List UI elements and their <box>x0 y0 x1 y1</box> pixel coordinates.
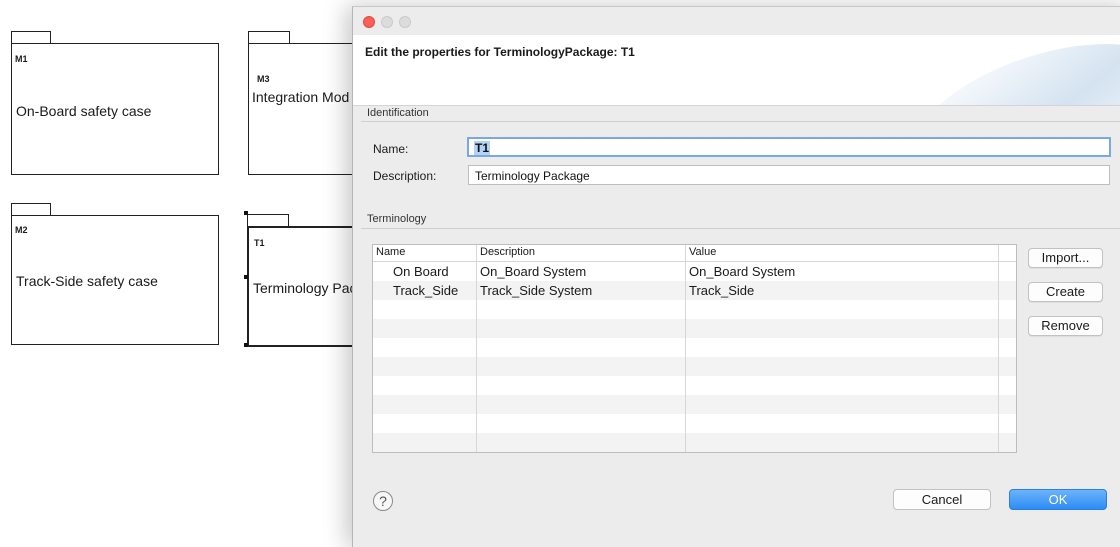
table-row[interactable]: Track_Side Track_Side System Track_Side <box>373 281 1016 300</box>
package-id: T1 <box>254 238 265 248</box>
description-field[interactable]: Terminology Package <box>468 165 1110 185</box>
column-divider[interactable] <box>685 245 686 452</box>
table-row-empty <box>373 319 1016 338</box>
cell-value: On_Board System <box>689 264 796 279</box>
cell-name: On Board <box>393 264 449 279</box>
selection-handle[interactable] <box>244 275 248 279</box>
package-m3[interactable]: M3 Integration Mod <box>248 31 360 176</box>
column-header-name[interactable]: Name <box>376 246 405 258</box>
minimize-window-button[interactable] <box>381 16 393 28</box>
table-row-empty <box>373 376 1016 395</box>
table-row[interactable]: On Board On_Board System On_Board System <box>373 262 1016 281</box>
column-header-value[interactable]: Value <box>689 246 716 258</box>
package-title: Track-Side safety case <box>16 273 158 289</box>
package-id: M1 <box>15 54 28 64</box>
column-divider[interactable] <box>476 245 477 452</box>
table-header: Name Description Value <box>373 245 1016 262</box>
package-m2[interactable]: M2 Track-Side safety case <box>11 203 219 345</box>
cancel-button[interactable]: Cancel <box>893 489 991 510</box>
create-button[interactable]: Create <box>1028 282 1103 302</box>
selection-handle[interactable] <box>244 211 248 215</box>
table-row-empty <box>373 414 1016 433</box>
cell-name: Track_Side <box>393 283 459 298</box>
table-row-empty <box>373 357 1016 376</box>
dialog-message: Edit the properties for TerminologyPacka… <box>365 45 635 59</box>
dialog-titlebar <box>353 7 1120 35</box>
cell-description: On_Board System <box>480 264 587 279</box>
ok-button[interactable]: OK <box>1009 489 1107 510</box>
header-decoration <box>902 35 1120 105</box>
table-row-empty <box>373 395 1016 414</box>
import-button[interactable]: Import... <box>1028 248 1103 268</box>
package-t1-selected[interactable]: T1 Terminology Pac <box>247 214 363 347</box>
selection-handle[interactable] <box>244 343 248 347</box>
identification-section-label: Identification <box>367 107 429 119</box>
package-title: On-Board safety case <box>16 103 152 119</box>
zoom-window-button[interactable] <box>399 16 411 28</box>
table-row-empty <box>373 433 1016 452</box>
properties-dialog: Edit the properties for TerminologyPacka… <box>352 6 1120 547</box>
name-field-value: T1 <box>474 141 491 155</box>
dialog-header: Edit the properties for TerminologyPacka… <box>353 35 1120 106</box>
remove-button[interactable]: Remove <box>1028 316 1103 336</box>
close-window-button[interactable] <box>363 16 375 28</box>
column-header-description[interactable]: Description <box>480 246 535 258</box>
identification-section <box>361 121 1120 198</box>
description-label: Description: <box>373 169 437 183</box>
package-m1[interactable]: M1 On-Board safety case <box>11 31 219 176</box>
name-field[interactable]: T1 <box>467 137 1111 157</box>
name-label: Name: <box>373 142 409 156</box>
package-id: M2 <box>15 225 28 235</box>
package-id: M3 <box>257 74 270 84</box>
terminology-table[interactable]: Name Description Value On Board On_Board… <box>372 244 1017 453</box>
table-row-empty <box>373 300 1016 319</box>
column-divider[interactable] <box>998 245 999 452</box>
cell-description: Track_Side System <box>480 283 593 298</box>
help-icon[interactable]: ? <box>373 491 393 511</box>
cell-value: Track_Side <box>689 283 755 298</box>
package-title: Terminology Pac <box>253 280 357 296</box>
package-body <box>248 43 360 175</box>
terminology-section-label: Terminology <box>367 213 427 225</box>
table-row-empty <box>373 338 1016 357</box>
package-title: Integration Mod <box>252 89 350 105</box>
